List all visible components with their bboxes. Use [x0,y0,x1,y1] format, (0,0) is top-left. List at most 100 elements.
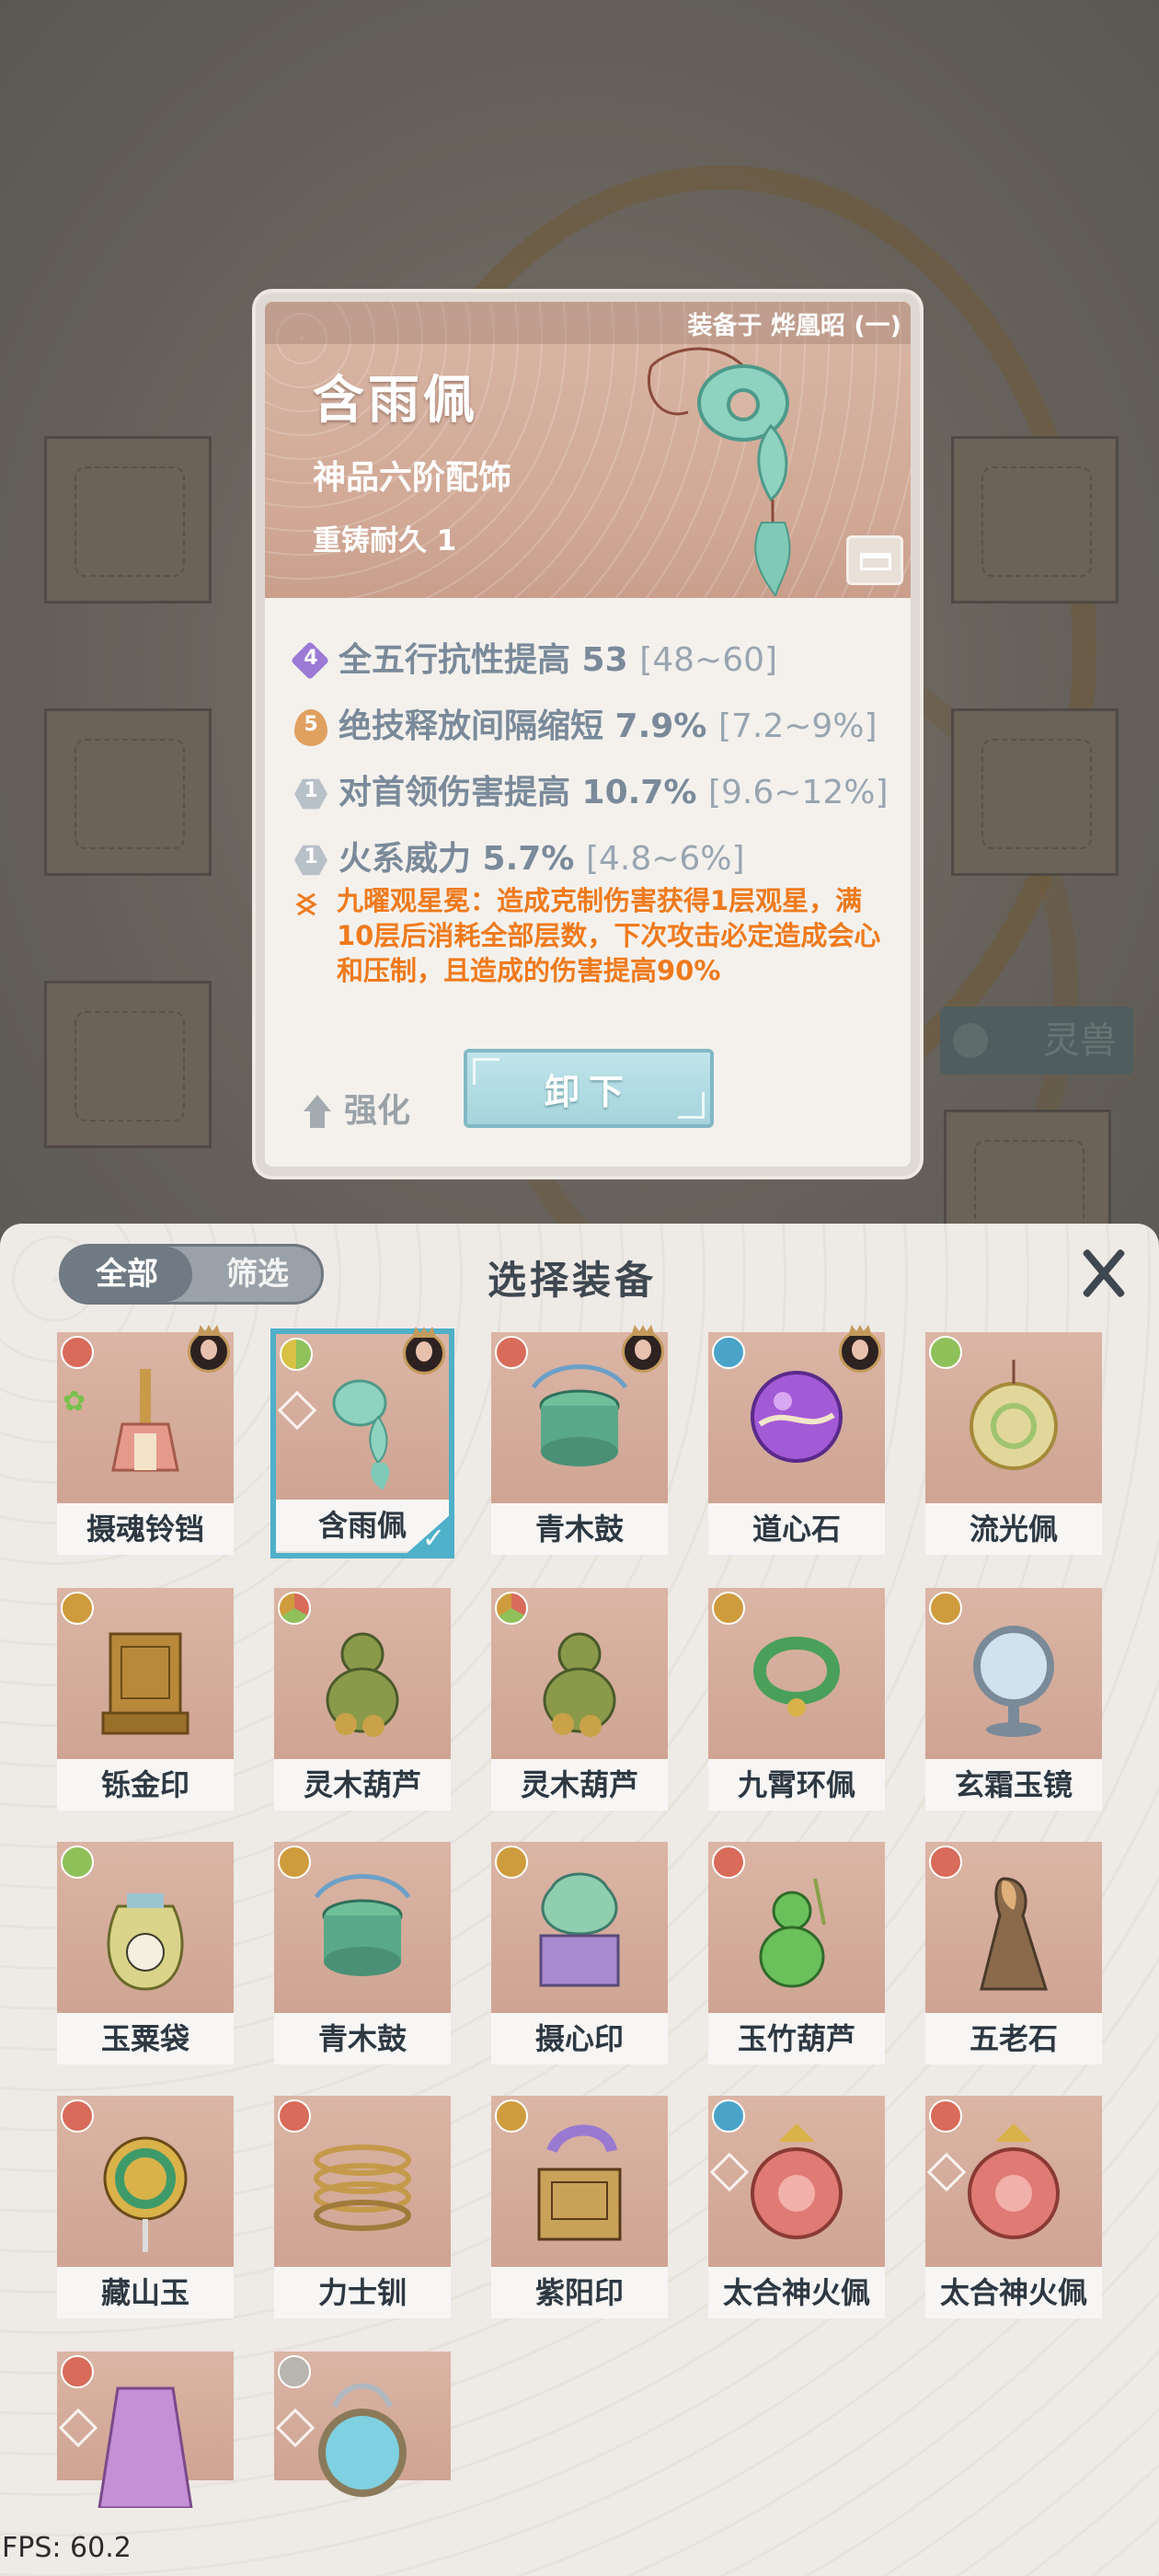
equipment-name: 青木鼓 [491,1503,668,1555]
attribute-row: 1 对首领伤害提高 10.7% [9.6~12%] [293,765,888,817]
equipment-card[interactable] [274,2352,451,2497]
select-equipment-panel: 全部 筛选 选择装备 摄魂铃铛 含雨佩 青木鼓 道心石 流光佩 [0,1224,1159,2576]
equipment-card[interactable]: 摄魂铃铛 [57,1325,234,1555]
pouch-item-art [107,1893,184,1991]
earth-element-icon [495,2099,528,2133]
earth-element-icon [712,1592,745,1625]
level-badge-icon: 1 [293,776,329,812]
filter-tabs: 全部 筛选 [59,1244,324,1305]
hero-portrait-icon [622,1325,666,1374]
bell-item-art [111,1369,179,1472]
fire-element-icon [712,1846,745,1879]
equipment-card-selected[interactable]: 含雨佩 [270,1327,454,1558]
level-badge-icon: 5 [293,709,329,746]
bg-equip-slot-weapon [44,436,212,604]
item-durability: 重铸耐久 1 [313,524,457,558]
equipment-name: 摄魂铃铛 [57,1503,234,1555]
fire-pendant-item-art [968,2123,1060,2239]
attribute-row: 1 火系威力 5.7% [4.8~6%] [293,832,744,883]
leaf-icon [953,1023,988,1058]
water-element-icon [712,2099,745,2133]
equipment-card[interactable]: 太合神火佩 [925,2096,1102,2318]
item-name: 含雨佩 [313,371,478,431]
tab-filter[interactable]: 筛选 [192,1247,321,1302]
equipment-card[interactable]: 藏山玉 [57,2096,234,2318]
earth-element-icon [495,1846,528,1879]
bg-equip-slot-robe [951,436,1119,604]
equipment-card[interactable]: 流光佩 [925,1332,1102,1555]
equipment-detail-popup: 装备于 烨凰昭 (一) 含雨佩 神品六阶配饰 重铸耐久 1 4 全五行抗性提高 5… [256,293,920,1176]
lock-tag-icon[interactable] [846,535,903,585]
equipment-card[interactable]: 铄金印 [57,1588,234,1811]
equipment-card[interactable]: 紫阳印 [491,2096,668,2318]
equipment-card[interactable]: 青木鼓 [491,1325,668,1555]
equipment-card[interactable]: 摄心印 [491,1842,668,2064]
tab-all[interactable]: 全部 [62,1247,192,1302]
equipment-card[interactable]: 太合神火佩 [708,2096,885,2318]
close-icon[interactable] [1076,1244,1131,1299]
equipment-name: 紫阳印 [491,2267,668,2318]
unequip-button[interactable]: 卸下 [464,1049,714,1128]
equipment-card[interactable]: 道心石 [708,1325,885,1555]
spirit-beast-button: 灵兽 [940,1006,1133,1075]
jade-disc-item-art [970,1360,1058,1470]
water-element-icon [712,1336,745,1369]
equipment-name: 灵木葫芦 [274,1759,451,1811]
equipment-name: 摄心印 [491,2013,668,2064]
wood-element-icon [280,1338,313,1371]
mirror-item-art [973,1626,1054,1737]
fire-element-icon [61,2099,94,2133]
spirit-beast-label: 灵兽 [1043,1019,1117,1062]
bg-equip-slot-armor [44,981,212,1148]
equipment-name: 藏山玉 [57,2267,234,2318]
earth-element-icon [61,1592,94,1625]
equipment-name: 玉粟袋 [57,2013,234,2064]
wood-element-icon [929,1336,962,1369]
mixed-element-icon [278,1592,311,1625]
jade-coil-item-art [103,2136,188,2252]
enhance-button[interactable]: 强化 [302,1084,410,1132]
robe-item-art [98,2386,193,2508]
equipment-name: 玄霜玉镜 [925,1759,1102,1811]
fire-element-icon [929,1846,962,1879]
level-badge-icon: 1 [293,842,329,879]
fire-pendant-item-art [751,2123,843,2239]
equipment-card[interactable]: 玄霜玉镜 [925,1588,1102,1811]
equipment-card[interactable]: 力士钏 [274,2096,451,2318]
skill-description: 九曜观星冕：造成克制伤害获得1层观星，满10层后消耗全部层数，下次攻击必定造成会… [337,885,881,986]
jade-pendant-item-art [332,1379,390,1490]
equipment-name: 流光佩 [925,1503,1102,1555]
equipment-card[interactable] [57,2352,234,2508]
equipment-name: 道心石 [708,1503,885,1555]
fire-element-icon [495,1336,528,1369]
level-badge-icon: 4 [293,643,329,680]
equipped-by-text: 装备于 烨凰昭 (一) [687,312,901,340]
equipment-card[interactable]: 玉粟袋 [57,1842,234,2064]
orb-item-art [751,1371,843,1463]
equipment-card[interactable]: 九霄环佩 [708,1588,885,1811]
fire-element-icon [61,2355,94,2388]
hero-portrait-icon [839,1325,883,1374]
equipment-card[interactable]: 五老石 [925,1842,1102,2064]
fire-element-icon [278,2099,311,2133]
mirror-item-art [318,2383,407,2497]
stone-item-art [980,1877,1049,1991]
gourd-item-art [759,1878,826,1988]
equipment-card[interactable]: 青木鼓 [274,1842,451,2064]
arrow-up-icon [302,1095,333,1130]
gourd-item-art [326,1632,399,1737]
fps-counter: FPS: 60.2 [2,2532,132,2564]
fire-element-icon [929,2099,962,2133]
ring-pendant-item-art [752,1637,841,1717]
attribute-row: 4 全五行抗性提高 53 [48~60] [293,633,777,684]
equipment-card[interactable]: 玉竹葫芦 [708,1842,885,2064]
equipment-card[interactable]: 灵木葫芦 [274,1588,451,1811]
equipment-name: 青木鼓 [274,2013,451,2064]
equipment-name: 九霄环佩 [708,1759,885,1811]
equipment-name: 太合神火佩 [925,2267,1102,2318]
skill-icon [295,892,317,916]
seal-item-art [101,1632,189,1735]
metal-element-icon [278,2355,311,2388]
equipment-card[interactable]: 灵木葫芦 [491,1588,668,1811]
drum-item-art [314,1874,411,1976]
